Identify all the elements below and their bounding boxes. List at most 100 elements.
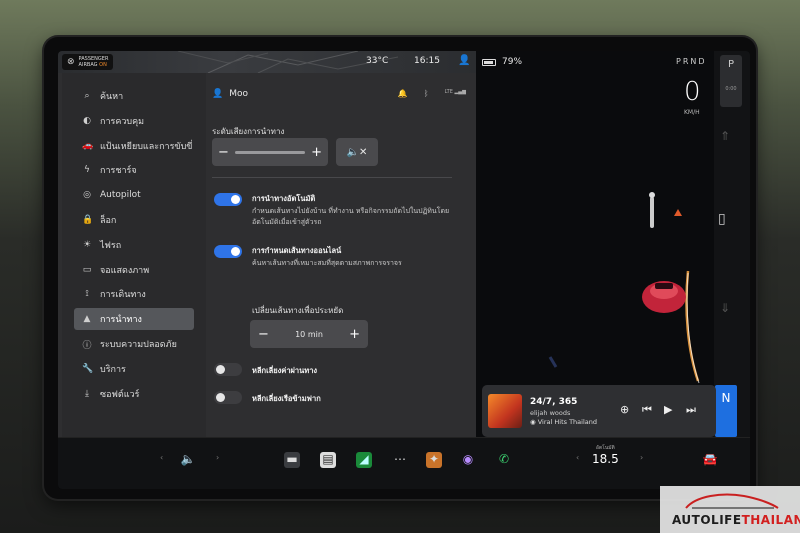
- park-button[interactable]: P 0:00: [720, 55, 742, 107]
- neutral-gear-indicator[interactable]: N: [715, 385, 737, 437]
- road-render: [548, 192, 700, 384]
- album-art[interactable]: [488, 394, 522, 428]
- media-player[interactable]: 24/7, 365 elijah woods ◉ Viral Hits Thai…: [482, 385, 716, 437]
- next-track-icon[interactable]: ⏭: [686, 403, 696, 417]
- reroute-decrease-button[interactable]: −: [258, 327, 269, 342]
- touchscreen: ⊗ PASSENGER AIRBAG ON 33°C 16:15 👤 ⌕ ค้นห…: [58, 51, 750, 489]
- track-artist: elijah woods: [530, 409, 571, 417]
- sidebar-item-label: แป้นเหยียบและการขับขี่: [100, 141, 193, 152]
- battery-icon: [482, 58, 496, 66]
- online-routing-title: การกำหนดเส้นทางออนไลน์: [252, 246, 342, 255]
- auto-navigate-toggle[interactable]: [214, 193, 242, 206]
- track-title: 24/7, 365: [530, 397, 578, 407]
- lte-signal-icon: LTE ▂▄▆: [444, 89, 466, 95]
- watermark-text-b: THAILAND.TV: [741, 513, 800, 527]
- bluetooth-icon[interactable]: ᛒ: [424, 89, 429, 98]
- park-sublabel: 0:00: [725, 86, 737, 92]
- gear-up-arrow-icon[interactable]: ⇑: [720, 129, 730, 143]
- temp-up-arrow-icon[interactable]: ›: [640, 453, 643, 462]
- avoid-ferries-title: หลีกเลี่ยงเรือข้ามฟาก: [252, 394, 321, 403]
- sidebar-item-label: การควบคุม: [100, 116, 145, 127]
- sidebar-item-lock[interactable]: 🔒 ล็อก: [74, 209, 194, 231]
- online-routing-desc: ค้นหาเส้นทางที่เหมาะสมที่สุดตามสภาพการจร…: [252, 259, 402, 267]
- nav-volume-label: ระดับเสียงการนำทาง: [212, 127, 285, 136]
- volume-track[interactable]: [234, 150, 306, 154]
- user-profile-icon[interactable]: 👤: [458, 55, 470, 66]
- sidebar-item-navigation[interactable]: ▲ การนำทาง: [74, 308, 194, 331]
- volume-down-arrow-icon[interactable]: ‹: [160, 453, 163, 462]
- toybox-app-icon[interactable]: ✦: [426, 452, 442, 468]
- safety-icon: ⓘ: [82, 340, 92, 351]
- avoid-ferries-toggle[interactable]: [214, 391, 242, 404]
- airbag-line2: AIRBAG: [78, 62, 98, 68]
- reroute-increase-button[interactable]: +: [349, 327, 360, 342]
- speed-readout: 0: [684, 77, 701, 107]
- cabin-temp-control[interactable]: อัตโนมัติ 18.5: [592, 444, 619, 466]
- more-apps-icon[interactable]: ⋯: [392, 452, 408, 468]
- play-icon[interactable]: ▶: [664, 403, 672, 416]
- sidebar-item-bolt[interactable]: ϟ การชาร์จ: [74, 159, 194, 181]
- volume-increase-button[interactable]: +: [311, 145, 322, 160]
- dock-mute-icon[interactable]: 🔈: [180, 452, 196, 468]
- sidebar-item-light[interactable]: ☀ ไฟรถ: [74, 234, 194, 256]
- camera-app-icon[interactable]: ◉: [460, 452, 476, 468]
- online-routing-toggle[interactable]: [214, 245, 242, 258]
- avoid-tolls-toggle[interactable]: [214, 363, 242, 376]
- sidebar-item-label: การชาร์จ: [100, 166, 137, 177]
- car-controls-icon[interactable]: 🚘: [702, 452, 718, 468]
- watermark-text: AUTOLIFETHAILAND.TV: [672, 513, 800, 527]
- bell-icon[interactable]: 🔔: [398, 89, 408, 98]
- car-top-view-icon: ▯: [718, 211, 726, 227]
- media-source-name: Viral Hits Thailand: [537, 418, 597, 426]
- battery-percent: 79%: [502, 57, 523, 67]
- volume-up-arrow-icon[interactable]: ›: [216, 453, 219, 462]
- cabin-temp-value: 18.5: [592, 452, 619, 466]
- phone-app-icon[interactable]: ✆: [496, 452, 512, 468]
- sidebar-item-toggle[interactable]: ◐ การควบคุม: [74, 110, 194, 132]
- toggle-icon: ◐: [83, 115, 91, 126]
- light-icon: ☀: [82, 239, 92, 250]
- volume-decrease-button[interactable]: −: [218, 145, 229, 160]
- car-icon: 🚗: [82, 140, 94, 151]
- traffic-cone: [674, 209, 682, 216]
- sidebar-item-car[interactable]: 🚗 แป้นเหยียบและการขับขี่: [74, 135, 194, 157]
- sidebar-item-label: การเดินทาง: [100, 290, 146, 301]
- sidebar-item-search[interactable]: ⌕ ค้นหา: [74, 85, 194, 107]
- profile-name: Moo: [229, 89, 248, 99]
- sidebar-item-display[interactable]: ▭ จอแสดงภาพ: [74, 259, 194, 281]
- sidebar-item-label: ระบบความปลอดภัย: [100, 340, 177, 350]
- temp-down-arrow-icon[interactable]: ‹: [576, 453, 579, 462]
- lock-icon: 🔒: [82, 215, 94, 225]
- reroute-stepper[interactable]: − 10 min +: [250, 320, 368, 348]
- connectivity-icons: 🔔 ᛒ LTE ▂▄▆: [398, 89, 466, 98]
- download-icon: ⤓: [85, 388, 89, 399]
- reroute-value: 10 min: [295, 329, 323, 339]
- previous-track-icon[interactable]: ⏮: [642, 403, 652, 417]
- gear-strip[interactable]: [714, 51, 750, 437]
- wrench-icon: 🔧: [82, 363, 94, 374]
- dashcam-app-icon[interactable]: ▬: [284, 452, 300, 468]
- passenger-airbag-badge: ⊗ PASSENGER AIRBAG ON: [62, 54, 114, 70]
- sidebar-item-wrench[interactable]: 🔧 บริการ: [74, 358, 194, 380]
- sidebar-item-safety[interactable]: ⓘ ระบบความปลอดภัย: [74, 333, 194, 355]
- media-source: ◉ Viral Hits Thailand: [530, 418, 597, 426]
- sidebar-item-trip[interactable]: ⟟ การเดินทาง: [74, 283, 194, 305]
- sidebar-item-label: จอแสดงภาพ: [100, 265, 150, 276]
- notes-app-icon[interactable]: ▤: [320, 452, 336, 468]
- sidebar-item-label: บริการ: [100, 364, 126, 375]
- mute-button[interactable]: 🔈✕: [336, 138, 378, 166]
- reroute-label: เปลี่ยนเส้นทางเพื่อประหยัด: [252, 306, 344, 315]
- sidebar-item-label: Autopilot: [100, 190, 141, 201]
- divider: [212, 177, 452, 178]
- sidebar-item-label: การนำทาง: [100, 315, 142, 326]
- energy-app-icon[interactable]: ◢: [356, 452, 372, 468]
- sidebar-item-label: ไฟรถ: [100, 240, 122, 251]
- driving-visualization: 79% PRND 0 KM/H: [476, 51, 750, 437]
- sidebar-item-download[interactable]: ⤓ ซอฟต์แวร์: [74, 383, 194, 405]
- nav-volume-slider[interactable]: − +: [212, 138, 328, 166]
- gear-down-arrow-icon[interactable]: ⇓: [720, 301, 730, 315]
- add-favorite-icon[interactable]: ⊕: [620, 403, 629, 416]
- sidebar-item-steering[interactable]: ◎ Autopilot: [74, 184, 194, 206]
- profile-header[interactable]: 👤 Moo: [212, 89, 248, 99]
- outside-temperature: 33°C: [366, 56, 389, 66]
